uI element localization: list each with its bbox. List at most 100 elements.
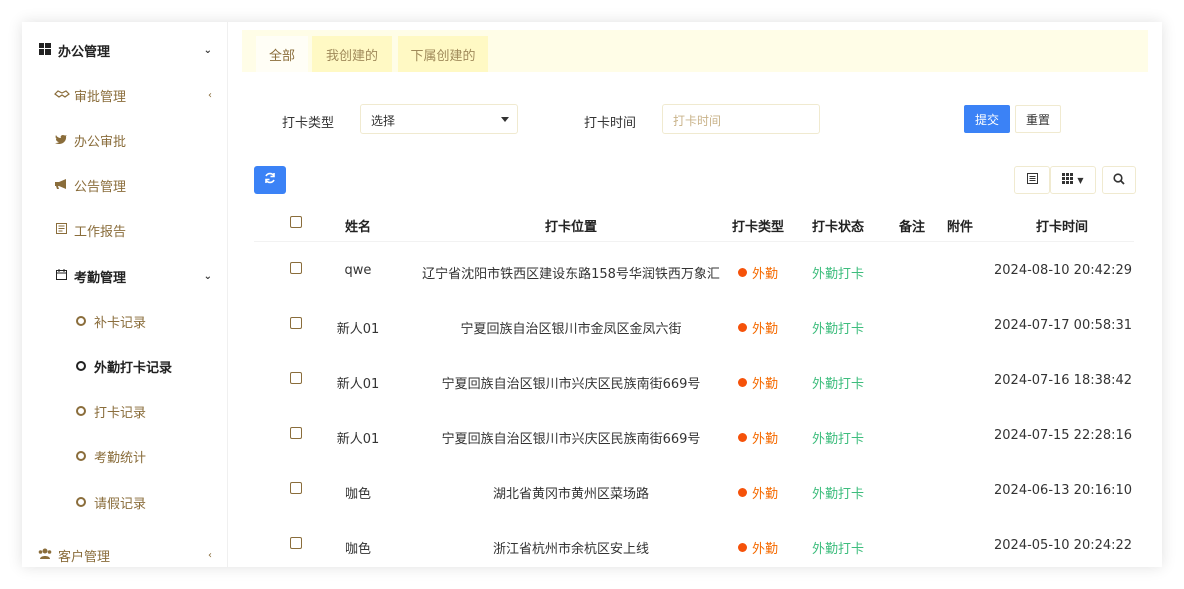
cell-type-label: 外勤 bbox=[752, 487, 779, 502]
cell-status: 外勤打卡 bbox=[811, 377, 864, 392]
cell-status: 外勤打卡 bbox=[811, 322, 864, 337]
sidebar-item-label: 考勤管理 bbox=[74, 270, 127, 286]
sidebar-subitem-label: 打卡记录 bbox=[94, 405, 147, 421]
toggle-view-button[interactable] bbox=[1014, 166, 1050, 194]
cell-type-label: 外勤 bbox=[752, 542, 779, 557]
chevron-left-icon: ‹ bbox=[208, 89, 212, 101]
tab-created-by-me[interactable]: 我创建的 bbox=[312, 36, 392, 72]
header-divider bbox=[254, 241, 1134, 242]
sidebar-item-customer[interactable]: 客户管理 ‹ bbox=[22, 543, 228, 567]
row-checkbox[interactable] bbox=[290, 262, 302, 274]
col-header-name[interactable]: 姓名 bbox=[326, 216, 390, 235]
cell-name: 新人01 bbox=[336, 377, 380, 392]
chevron-down-icon: ⌄ bbox=[203, 44, 212, 56]
row-checkbox[interactable] bbox=[290, 427, 302, 439]
col-header-time[interactable]: 打卡时间 bbox=[1002, 216, 1122, 235]
sidebar-subitem-leave-record[interactable]: 请假记录 bbox=[22, 490, 228, 514]
sidebar-item-label: 工作报告 bbox=[74, 224, 127, 240]
col-header-status[interactable]: 打卡状态 bbox=[806, 216, 870, 235]
submit-button[interactable]: 提交 bbox=[964, 105, 1010, 133]
cell-type: 外勤 bbox=[738, 483, 778, 502]
row-checkbox[interactable] bbox=[290, 482, 302, 494]
row-checkbox[interactable] bbox=[290, 372, 302, 384]
status-dot-icon bbox=[738, 268, 747, 277]
report-icon bbox=[54, 223, 68, 237]
cell-time: 2024-08-10 20:42:29 bbox=[994, 263, 1133, 278]
search-button[interactable] bbox=[1102, 166, 1136, 194]
sidebar-subitem-label: 外勤打卡记录 bbox=[94, 360, 173, 376]
cell-status: 外勤打卡 bbox=[811, 267, 864, 282]
cell-time: 2024-05-10 20:24:22 bbox=[994, 538, 1133, 553]
col-header-note[interactable]: 备注 bbox=[892, 216, 932, 235]
checkin-time-input[interactable]: 打卡时间 bbox=[662, 104, 820, 134]
sidebar-item-label: 审批管理 bbox=[74, 89, 127, 105]
grid-icon bbox=[1062, 173, 1074, 187]
sidebar-subitem-makeup-record[interactable]: 补卡记录 bbox=[22, 309, 228, 333]
cell-type-label: 外勤 bbox=[752, 267, 779, 282]
cell-type: 外勤 bbox=[738, 428, 778, 447]
col-header-type[interactable]: 打卡类型 bbox=[726, 216, 790, 235]
cell-location: 宁夏回族自治区银川市兴庆区民族南街669号 bbox=[441, 377, 701, 392]
sidebar-item-attendance[interactable]: 考勤管理 ⌄ bbox=[22, 264, 228, 288]
sidebar-item-office[interactable]: 办公管理 ⌄ bbox=[22, 38, 228, 62]
status-dot-icon bbox=[738, 433, 747, 442]
app-window: 办公管理 ⌄ 审批管理 ‹ 办公审批 公告管理 工作报告 考勤管理 ⌄ 补卡记录… bbox=[22, 22, 1162, 567]
cell-type: 外勤 bbox=[738, 373, 778, 392]
circle-icon bbox=[76, 361, 86, 371]
circle-icon bbox=[76, 497, 86, 507]
select-all-checkbox[interactable] bbox=[290, 216, 302, 228]
tab-all[interactable]: 全部 bbox=[256, 36, 308, 72]
cell-type-label: 外勤 bbox=[752, 322, 779, 337]
sidebar-subitem-checkin-record[interactable]: 打卡记录 bbox=[22, 399, 228, 423]
sidebar-item-label: 客户管理 bbox=[58, 549, 111, 565]
sidebar-item-work-report[interactable]: 工作报告 bbox=[22, 218, 228, 242]
circle-icon bbox=[76, 316, 86, 326]
select-value: 选择 bbox=[371, 114, 396, 128]
cell-status: 外勤打卡 bbox=[811, 542, 864, 557]
checkin-type-select[interactable]: 选择 bbox=[360, 104, 518, 134]
cell-time: 2024-07-17 00:58:31 bbox=[994, 318, 1133, 333]
calendar-icon bbox=[54, 269, 68, 283]
sidebar-subitem-attendance-stats[interactable]: 考勤统计 bbox=[22, 444, 228, 468]
chevron-left-icon: ‹ bbox=[208, 549, 212, 561]
cell-location: 宁夏回族自治区银川市金凤区金凤六街 bbox=[460, 322, 682, 337]
caret-down-icon: ▼ bbox=[1077, 175, 1084, 185]
cell-name: 新人01 bbox=[336, 322, 380, 337]
sidebar-item-office-approval[interactable]: 办公审批 bbox=[22, 128, 228, 152]
row-checkbox[interactable] bbox=[290, 537, 302, 549]
main-content: 全部 我创建的 下属创建的 打卡类型 选择 打卡时间 打卡时间 提交 重置 ▼ … bbox=[228, 22, 1162, 567]
windows-icon bbox=[38, 42, 52, 58]
cell-type: 外勤 bbox=[738, 538, 778, 557]
sidebar-item-label: 公告管理 bbox=[74, 179, 127, 195]
tabs-bar: 全部 我创建的 下属创建的 bbox=[242, 30, 1148, 72]
sidebar-item-notice[interactable]: 公告管理 bbox=[22, 173, 228, 197]
row-checkbox[interactable] bbox=[290, 317, 302, 329]
cell-time: 2024-07-15 22:28:16 bbox=[994, 428, 1133, 443]
refresh-icon bbox=[264, 172, 276, 188]
sidebar-subitem-label: 补卡记录 bbox=[94, 315, 147, 331]
sidebar-subitem-field-checkin[interactable]: 外勤打卡记录 bbox=[22, 354, 228, 378]
checkin-time-label: 打卡时间 bbox=[584, 116, 637, 131]
cell-name: 咖色 bbox=[344, 487, 371, 502]
sidebar: 办公管理 ⌄ 审批管理 ‹ 办公审批 公告管理 工作报告 考勤管理 ⌄ 补卡记录… bbox=[22, 22, 228, 567]
refresh-button[interactable] bbox=[254, 166, 286, 194]
col-header-location[interactable]: 打卡位置 bbox=[400, 216, 742, 235]
tab-created-by-subordinates[interactable]: 下属创建的 bbox=[398, 36, 488, 72]
cell-type-label: 外勤 bbox=[752, 377, 779, 392]
search-icon bbox=[1113, 172, 1125, 188]
cell-location: 宁夏回族自治区银川市兴庆区民族南街669号 bbox=[441, 432, 701, 447]
col-header-attachment[interactable]: 附件 bbox=[940, 216, 980, 235]
cell-status: 外勤打卡 bbox=[811, 432, 864, 447]
status-dot-icon bbox=[738, 323, 747, 332]
sidebar-subitem-label: 考勤统计 bbox=[94, 450, 147, 466]
reset-button[interactable]: 重置 bbox=[1015, 105, 1061, 133]
columns-dropdown-button[interactable]: ▼ bbox=[1050, 166, 1096, 194]
chevron-down-icon: ⌄ bbox=[203, 270, 212, 282]
cell-location: 浙江省杭州市余杭区安上线 bbox=[492, 542, 649, 557]
sidebar-item-approval-mgmt[interactable]: 审批管理 ‹ bbox=[22, 83, 228, 107]
caret-down-icon bbox=[501, 117, 509, 122]
cell-time: 2024-06-13 20:16:10 bbox=[994, 483, 1133, 498]
status-dot-icon bbox=[738, 488, 747, 497]
users-icon bbox=[38, 548, 52, 562]
status-dot-icon bbox=[738, 543, 747, 552]
